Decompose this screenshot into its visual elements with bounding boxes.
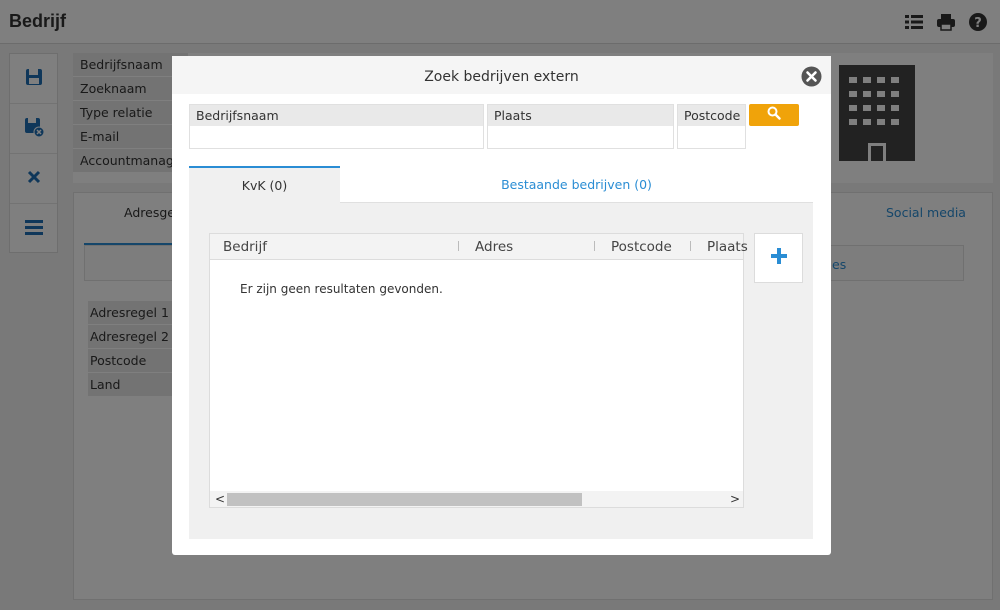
plaats-field: Plaats xyxy=(487,104,674,149)
postcode-field: Postcode xyxy=(677,104,746,149)
column-header-bedrijf[interactable]: Bedrijf xyxy=(223,239,267,255)
table-header: Bedrijf Adres Postcode Plaats xyxy=(210,234,748,260)
bedrijfsnaam-label: Bedrijfsnaam xyxy=(190,105,483,126)
add-company-button[interactable] xyxy=(754,233,803,283)
modal-header: Zoek bedrijven extern xyxy=(172,56,831,94)
results-tabs: KvK (0) Bestaande bedrijven (0) Bedrijf … xyxy=(189,166,813,539)
scrollbar-thumb[interactable] xyxy=(227,493,582,506)
postcode-input[interactable] xyxy=(678,126,745,148)
plus-icon xyxy=(770,247,788,269)
horizontal-scrollbar[interactable]: < > xyxy=(210,491,743,507)
postcode-label: Postcode xyxy=(678,105,745,126)
results-table: Bedrijf Adres Postcode Plaats Er zijn ge… xyxy=(209,233,748,508)
tab-kvk[interactable]: KvK (0) xyxy=(189,166,340,203)
column-header-postcode[interactable]: Postcode xyxy=(611,239,672,255)
search-icon xyxy=(767,106,781,124)
plaats-input[interactable] xyxy=(488,126,673,148)
plaats-label: Plaats xyxy=(488,105,673,126)
column-divider[interactable] xyxy=(690,241,691,251)
bedrijfsnaam-field: Bedrijfsnaam xyxy=(189,104,484,149)
empty-results-message: Er zijn geen resultaten gevonden. xyxy=(240,282,443,296)
column-header-plaats[interactable]: Plaats xyxy=(707,239,748,255)
search-companies-modal: Zoek bedrijven extern Bedrijfsnaam Plaat… xyxy=(172,56,831,555)
tab-bestaande-bedrijven[interactable]: Bestaande bedrijven (0) xyxy=(340,166,813,203)
column-header-adres[interactable]: Adres xyxy=(475,239,513,255)
close-button[interactable] xyxy=(801,66,822,87)
close-icon xyxy=(801,66,822,91)
scroll-left-icon[interactable]: < xyxy=(215,491,225,507)
bedrijfsnaam-input[interactable] xyxy=(190,126,483,148)
scroll-right-icon[interactable]: > xyxy=(730,491,740,507)
column-divider[interactable] xyxy=(458,241,459,251)
search-button[interactable] xyxy=(749,104,799,126)
modal-title: Zoek bedrijven extern xyxy=(424,69,579,85)
column-divider[interactable] xyxy=(594,241,595,251)
